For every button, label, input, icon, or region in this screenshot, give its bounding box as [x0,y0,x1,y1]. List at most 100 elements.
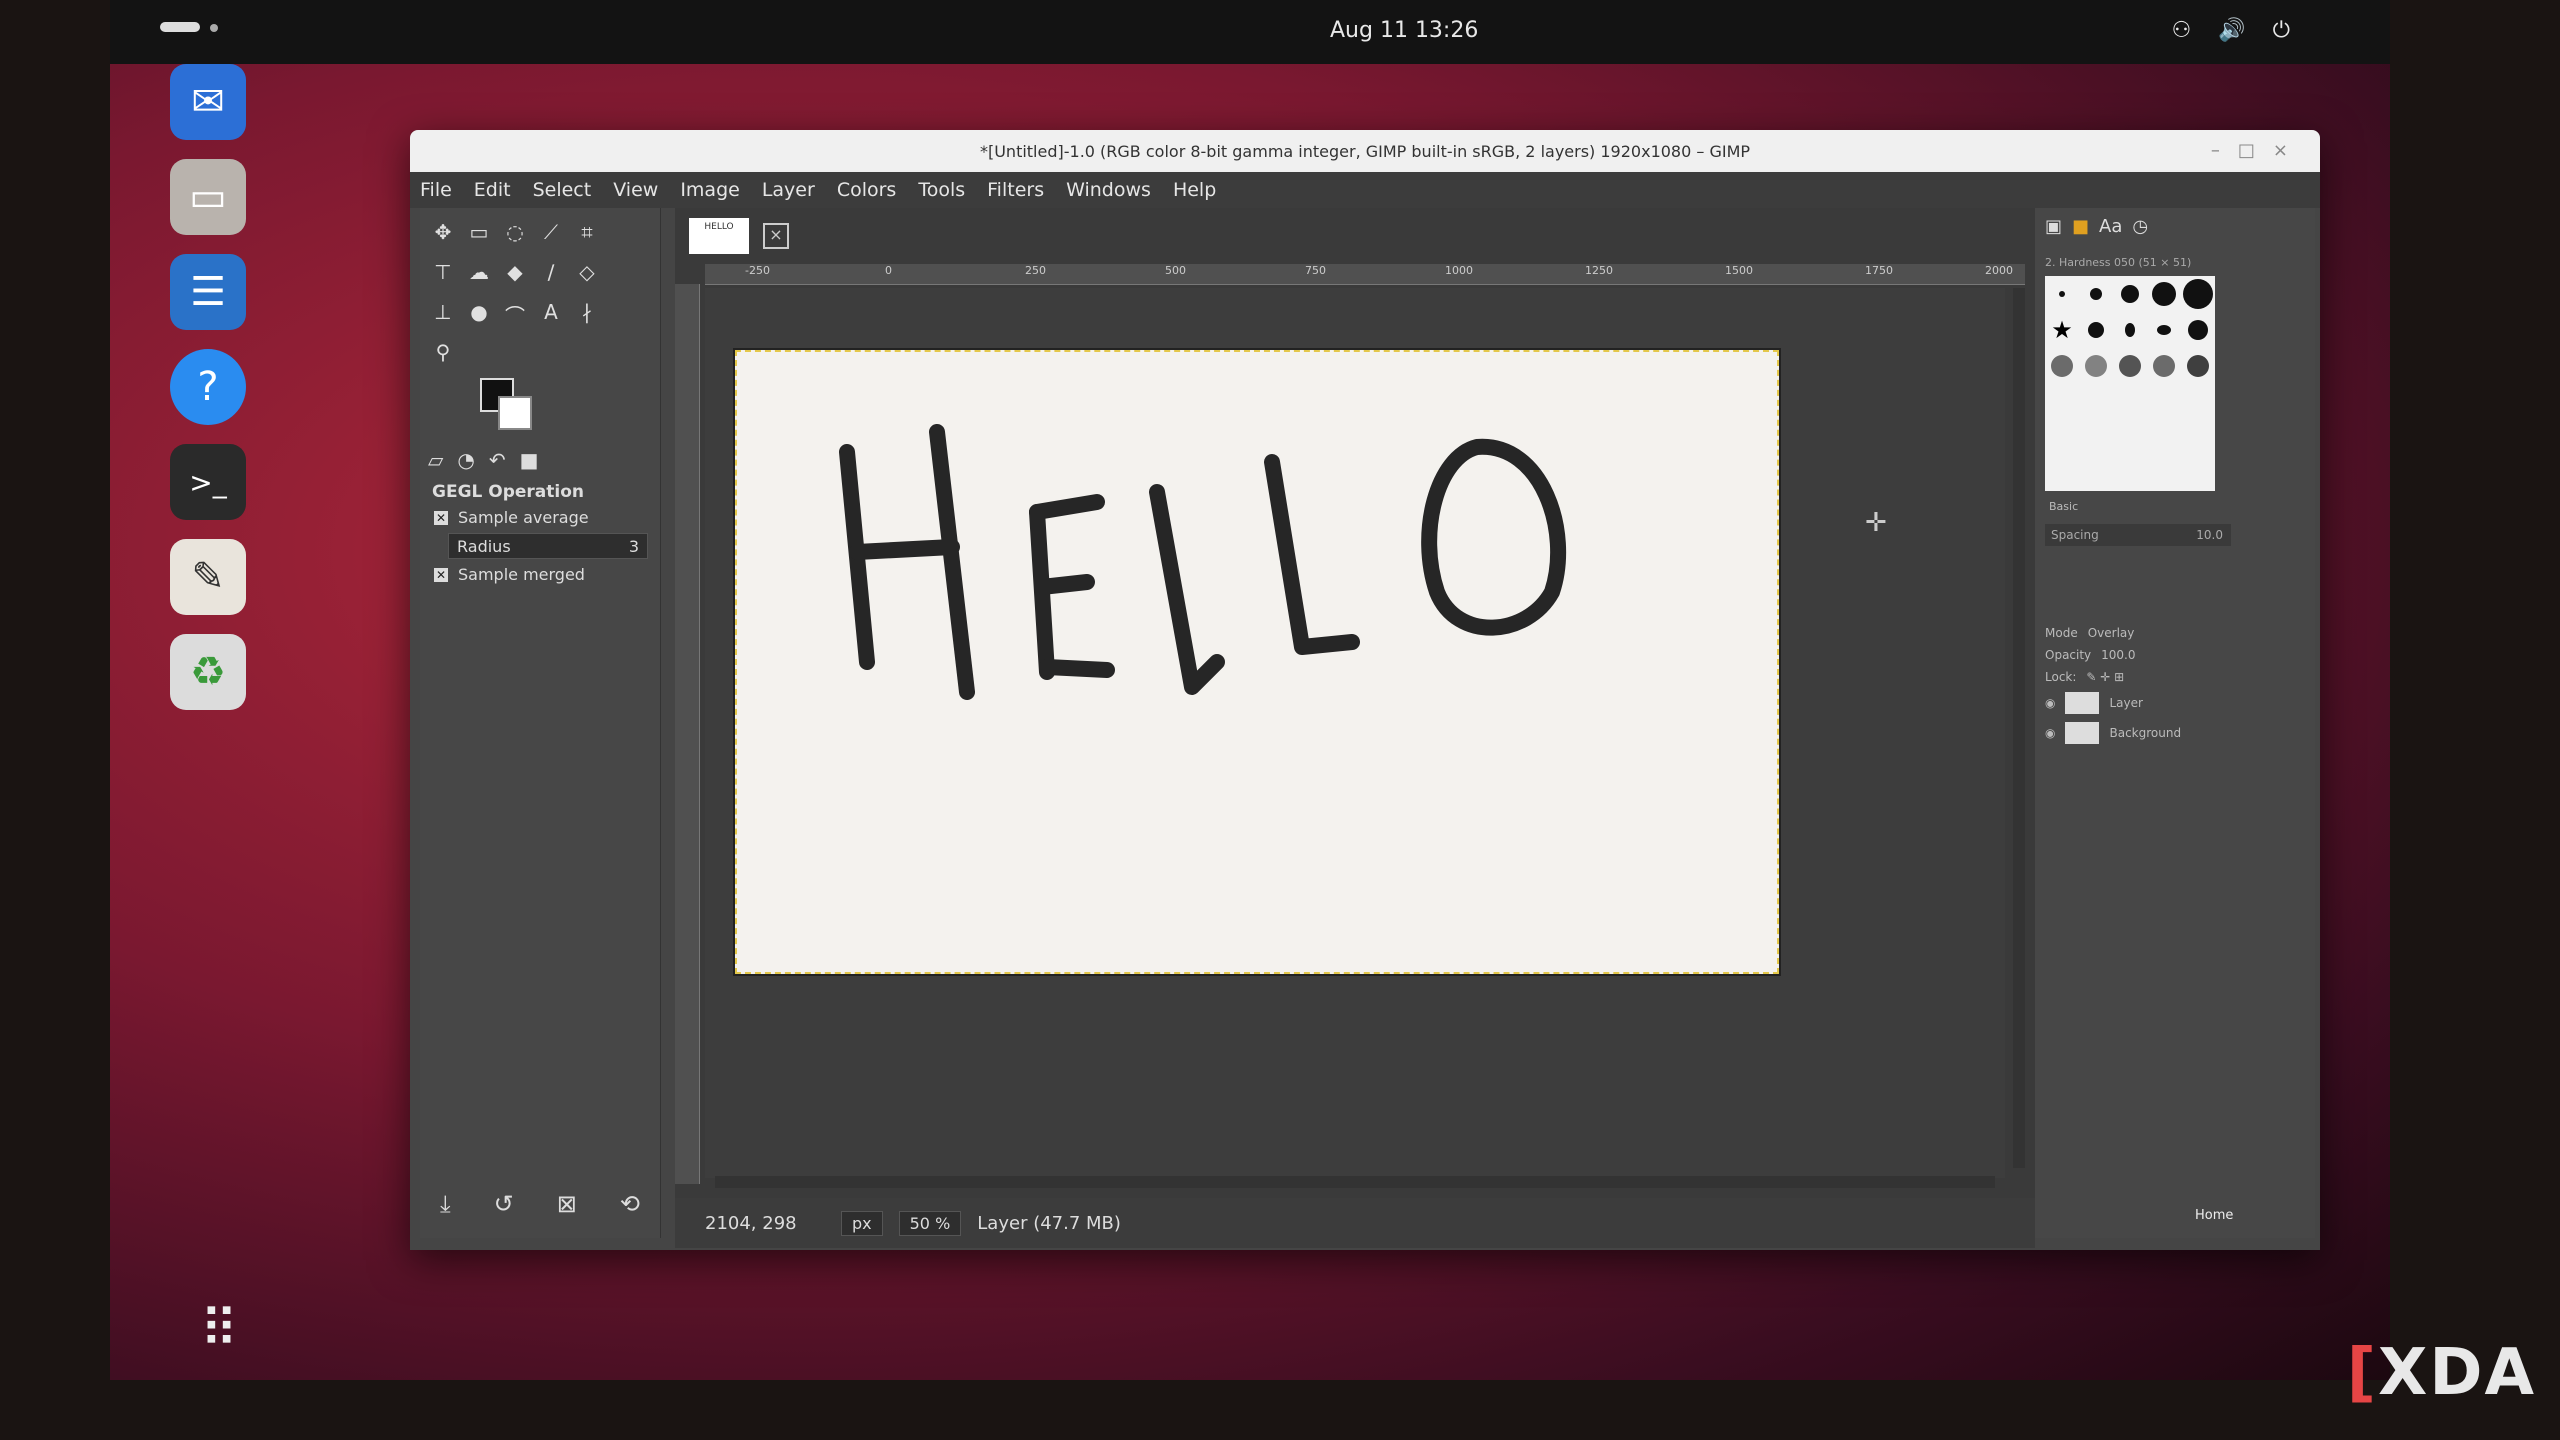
move-tool-icon[interactable]: ✥ [428,220,458,246]
fonts-tab-icon[interactable]: Aa [2099,216,2122,237]
system-tray[interactable]: ⚇ 🔊 ⏻ [2171,18,2300,43]
brush-item[interactable] [2125,323,2135,337]
rect-select-icon[interactable]: ▭ [464,220,494,246]
menu-help[interactable]: Help [1173,179,1216,201]
menu-filters[interactable]: Filters [987,179,1044,201]
unit-select[interactable]: px [841,1210,883,1236]
radius-spinner[interactable]: Radius 3 [448,533,648,559]
home-folder-label[interactable]: Home [2195,1208,2233,1223]
brush-item[interactable] [2090,288,2102,300]
tool-options-tab-icon[interactable]: ▱ [428,448,443,474]
spacing-field[interactable]: Spacing 10.0 [2045,524,2231,546]
terminal-icon[interactable]: >_ [170,444,246,520]
paintbrush-icon[interactable]: ∕ [536,260,566,286]
mode-value[interactable]: Overlay [2088,626,2135,640]
sample-average-row[interactable]: ✕ Sample average [434,508,654,527]
menu-edit[interactable]: Edit [474,179,511,201]
brush-star-icon[interactable]: ★ [2051,316,2073,344]
menu-tools[interactable]: Tools [918,179,965,201]
crop-icon[interactable]: ⌗ [572,220,602,246]
brush-item[interactable] [2187,355,2209,377]
horizontal-scrollbar[interactable] [715,1176,1995,1188]
thunderbird-icon[interactable]: ✉ [170,64,246,140]
close-image-icon[interactable]: × [763,223,789,249]
activities-indicator[interactable] [160,22,200,32]
brush-item[interactable] [2059,291,2065,297]
gimp-icon[interactable]: ✎ [170,539,246,615]
clone-icon[interactable]: ⊥ [428,300,458,326]
delete-options-icon[interactable]: ⊠ [557,1190,577,1218]
brush-item[interactable] [2183,279,2213,309]
images-tab-icon[interactable]: ■ [520,448,539,474]
opacity-value[interactable]: 100.0 [2101,648,2135,662]
eraser-icon[interactable]: ◇ [572,260,602,286]
brush-item[interactable] [2157,325,2171,335]
paths-icon[interactable]: ⌒ [500,300,530,328]
pointer-coordinates: 2104, 298 [705,1212,797,1234]
brush-item[interactable] [2153,355,2175,377]
brushes-tab-icon[interactable]: ▣ [2045,216,2062,237]
bucket-fill-icon[interactable]: ◆ [500,260,530,286]
brush-category[interactable]: Basic [2049,500,2078,513]
reset-options-icon[interactable]: ⟲ [620,1190,640,1218]
document-history-tab-icon[interactable]: ◷ [2132,216,2148,237]
brush-item[interactable] [2121,285,2139,303]
brush-item[interactable] [2088,322,2104,338]
sample-merged-checkbox[interactable]: ✕ [434,567,448,582]
clock[interactable]: Aug 11 13:26 [1330,18,1478,43]
show-apps-icon[interactable]: ⠿ [200,1304,238,1356]
zoom-icon[interactable]: ⚲ [428,340,458,366]
fg-bg-colors[interactable] [480,378,540,430]
zoom-select[interactable]: 50 % [898,1210,962,1236]
brush-grid[interactable]: ★ [2045,276,2215,491]
menu-view[interactable]: View [613,179,658,201]
menu-layer[interactable]: Layer [762,179,815,201]
background-color[interactable] [498,396,532,430]
help-icon[interactable]: ? [170,349,246,425]
eye-icon[interactable]: ◉ [2045,726,2055,740]
save-options-icon[interactable]: ⤓ [440,1190,451,1218]
layer-name[interactable]: Background [2109,726,2181,740]
image-canvas[interactable] [735,350,1779,974]
window-titlebar[interactable]: *[Untitled]-1.0 (RGB color 8-bit gamma i… [410,130,2320,172]
menu-image[interactable]: Image [680,179,740,201]
layer-name[interactable]: Layer [2109,696,2142,710]
radius-value[interactable]: 3 [629,537,639,556]
layer-row[interactable]: ◉ Layer [2045,692,2305,714]
files-icon[interactable]: ▭ [170,159,246,235]
layer-row[interactable]: ◉ Background [2045,722,2305,744]
undo-history-tab-icon[interactable]: ↶ [489,448,506,474]
brush-item[interactable] [2152,282,2176,306]
warp-icon[interactable]: ⊤ [428,260,458,286]
sample-merged-row[interactable]: ✕ Sample merged [434,565,654,584]
lasso-icon[interactable]: ◌ [500,220,530,246]
image-tab-thumbnail[interactable]: HELLO [689,218,749,254]
writer-icon[interactable]: ☰ [170,254,246,330]
opacity-row[interactable]: Opacity 100.0 [2045,648,2305,662]
brush-item[interactable] [2188,320,2208,340]
restore-options-icon[interactable]: ↺ [494,1190,514,1218]
fuzzy-select-icon[interactable]: ⟋ [536,220,566,246]
canvas-viewport[interactable]: ✛ [705,288,2005,1178]
trash-icon[interactable]: ♻ [170,634,246,710]
brush-item[interactable] [2119,355,2141,377]
menu-select[interactable]: Select [533,179,592,201]
eye-icon[interactable]: ◉ [2045,696,2055,710]
device-status-tab-icon[interactable]: ◔ [457,448,474,474]
sample-average-checkbox[interactable]: ✕ [434,510,448,525]
menu-colors[interactable]: Colors [837,179,897,201]
lock-icons[interactable]: ✎ ✛ ⊞ [2086,670,2124,684]
menu-windows[interactable]: Windows [1066,179,1151,201]
mode-row[interactable]: Mode Overlay [2045,626,2305,640]
menu-file[interactable]: File [420,179,452,201]
window-controls[interactable]: –□× [2211,140,2306,161]
spacing-value[interactable]: 10.0 [2196,524,2223,546]
text-tool-icon[interactable]: A [536,300,566,326]
vertical-scrollbar[interactable] [2013,288,2025,1168]
patterns-tab-icon[interactable]: ■ [2072,216,2089,237]
cage-icon[interactable]: ☁ [464,260,494,286]
smudge-icon[interactable]: ● [464,300,494,326]
brush-item[interactable] [2085,355,2107,377]
color-picker-icon[interactable]: ∤ [572,300,602,326]
brush-item[interactable] [2051,355,2073,377]
